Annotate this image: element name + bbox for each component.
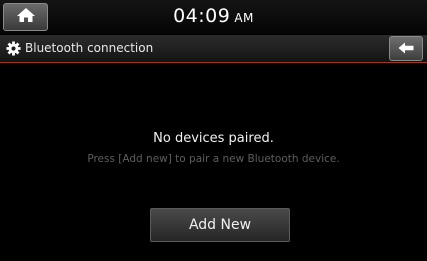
page-title: Bluetooth connection: [25, 41, 154, 55]
no-devices-message: No devices paired.: [153, 131, 274, 146]
back-arrow-icon: [398, 39, 414, 58]
clock-time: 04:09: [173, 5, 231, 27]
status-bar: 04:09 AM: [0, 0, 427, 34]
back-button[interactable]: [389, 36, 423, 61]
gear-icon: [6, 41, 21, 56]
clock: 04:09 AM: [0, 5, 427, 27]
title-bar: Bluetooth connection: [0, 35, 427, 63]
clock-ampm: AM: [234, 11, 254, 25]
pairing-hint: Press [Add new] to pair a new Bluetooth …: [87, 153, 340, 165]
add-new-button[interactable]: Add New: [150, 208, 290, 242]
bluetooth-screen: 04:09 AM Bluetooth connection No devices…: [0, 0, 427, 261]
